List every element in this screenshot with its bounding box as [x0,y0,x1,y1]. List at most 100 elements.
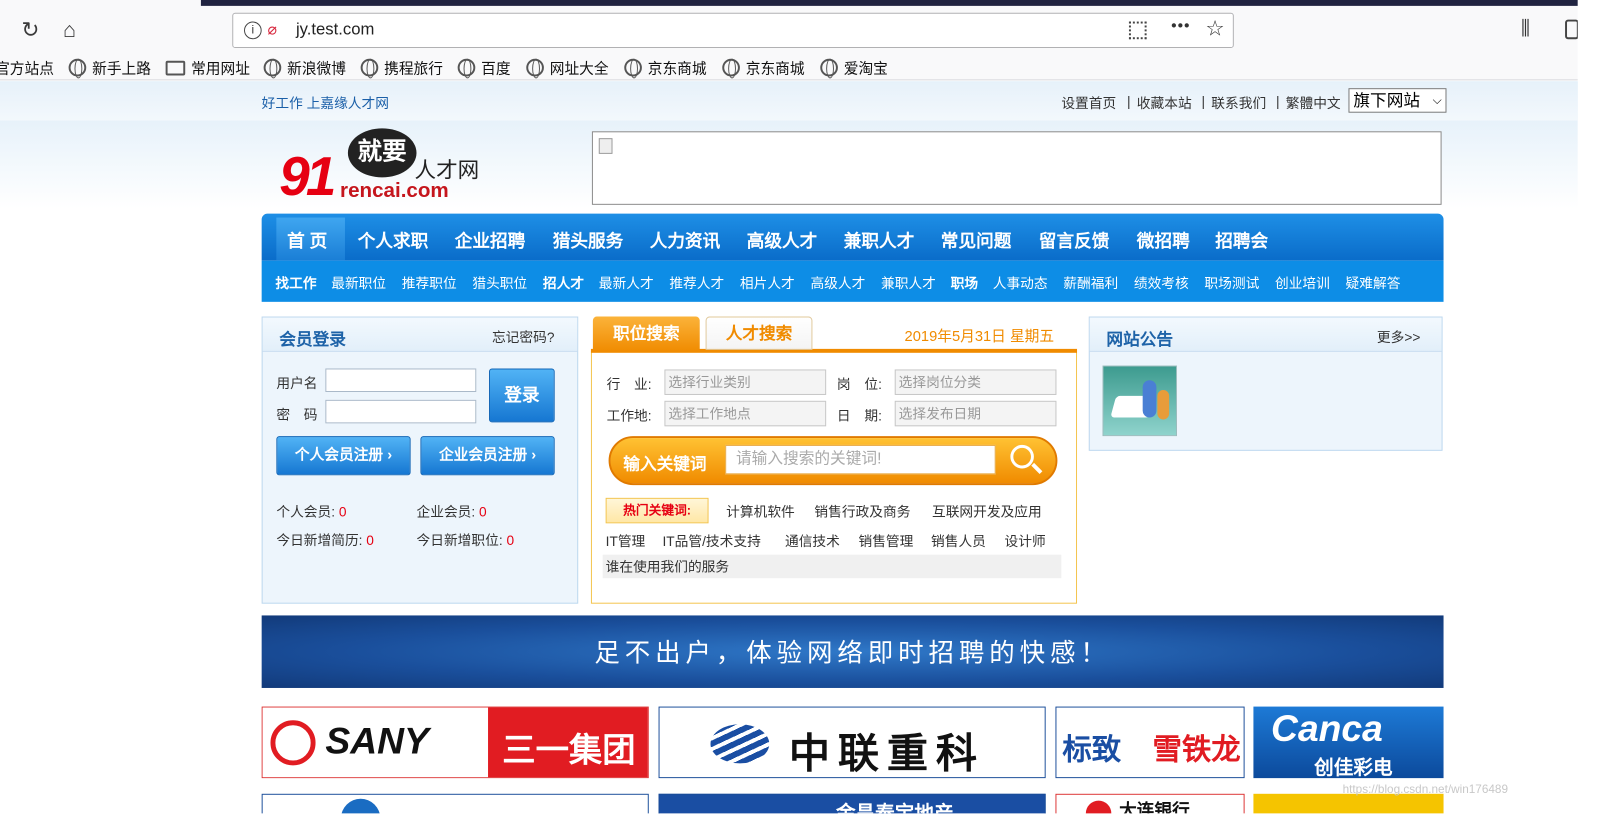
bookmark-baidu[interactable]: 百度 [457,57,511,79]
position-select[interactable]: 选择岗位分类 [894,369,1057,395]
url-text[interactable]: jy.test.com [296,20,374,40]
row2-c-text: 大连银行 [1119,800,1190,814]
bookmark-hao[interactable]: 网址大全 [526,57,609,79]
nav-home[interactable]: 首 页 [287,227,327,252]
subnav-senior-talent[interactable]: 高级人才 [810,273,865,293]
service-users-link[interactable]: 谁在使用我们的服务 [602,554,1062,579]
subnav-recommended-jobs[interactable]: 推荐职位 [402,273,457,293]
tab-job-search[interactable]: 职位搜索 [592,316,700,352]
forgot-password-link[interactable]: 忘记密码? [492,327,555,347]
insecure-lock-icon[interactable]: ⌀ [268,22,286,40]
company-logo-peugeot-citroen[interactable]: 标致 雪铁龙 [1055,706,1245,779]
subnav-startup-training[interactable]: 创业培训 [1275,273,1330,293]
bookmark-star-icon[interactable]: ☆ [1205,16,1224,41]
notice-more-link[interactable]: 更多>> [1377,327,1420,347]
industry-select[interactable]: 选择行业类别 [664,369,827,395]
info-icon[interactable]: i [244,21,262,40]
hot-keyword[interactable]: 设计师 [1005,531,1046,551]
login-button[interactable]: 登录 [489,368,555,423]
nav-faq[interactable]: 常见问题 [941,227,1012,252]
bookmark-common[interactable]: 常用网址 [165,57,250,79]
personal-register-button[interactable]: 个人会员注册 › [276,436,411,476]
nav-job-fair[interactable]: 招聘会 [1215,227,1268,252]
bookmark-jd2[interactable]: 京东商城 [722,57,805,79]
company-logo-canca[interactable]: Canca 创佳彩电 [1253,706,1444,779]
canca-cn-text: 创佳彩电 [1314,757,1393,779]
subnav-hr-updates[interactable]: 人事动态 [993,273,1048,293]
hot-keyword[interactable]: 销售管理 [858,531,913,551]
site-slogan[interactable]: 好工作 上嘉缘人才网 [262,93,389,113]
nav-recruit[interactable]: 企业招聘 [455,227,526,252]
password-label: 密 码 [276,406,318,423]
subnav-latest-talent[interactable]: 最新人才 [599,273,654,293]
bookmark-official[interactable]: 官方站点 [0,57,54,79]
hot-keyword[interactable]: 销售行政及商务 [814,502,910,522]
subnav-parttime-talent[interactable]: 兼职人才 [881,273,936,293]
company-logo-row2-c[interactable]: 大连银行 [1055,793,1245,814]
hot-keyword[interactable]: 互联网开发及应用 [932,502,1042,522]
company-logo-row2-d[interactable] [1253,793,1444,814]
subnav-hire[interactable]: 招人才 [543,273,584,293]
hot-keyword[interactable]: 销售人员 [931,531,986,551]
company-logo-row2-a[interactable] [261,793,649,814]
nav-feedback[interactable]: 留言反馈 [1039,227,1110,252]
qrcode-icon[interactable] [1128,21,1147,40]
nav-parttime[interactable]: 兼职人才 [844,227,915,252]
nav-headhunt[interactable]: 猎头服务 [553,227,624,252]
publish-date-select[interactable]: 选择发布日期 [894,400,1057,427]
subnav-find-job[interactable]: 找工作 [275,273,316,293]
subnav-recommended-talent[interactable]: 推荐人才 [669,273,724,293]
bookmark-jd1[interactable]: 京东商城 [624,57,707,79]
subnav-latest-jobs[interactable]: 最新职位 [331,273,386,293]
library-icon[interactable]: ⫼ [1521,18,1530,41]
nav-senior-talent[interactable]: 高级人才 [747,227,818,252]
company-logo-row2-b[interactable]: 金昌泰宝地产 [658,793,1046,814]
nav-job-seek[interactable]: 个人求职 [358,227,429,252]
bookmark-taobao[interactable]: 爱淘宝 [820,57,888,79]
site-logo[interactable]: 91 就要 人才网 rencai.com [279,128,485,208]
subnav-salary[interactable]: 薪酬福利 [1063,273,1118,293]
location-select[interactable]: 选择工作地点 [664,400,827,427]
page-actions-icon[interactable]: ••• [1171,18,1190,36]
home-icon[interactable]: ⌂ [57,18,82,43]
nav-hr-news[interactable]: 人力资讯 [650,227,721,252]
subnav-workplace[interactable]: 职场 [951,273,978,293]
subnav-qa[interactable]: 疑难解答 [1346,273,1401,293]
citroen-text: 雪铁龙 [1152,734,1241,767]
tab-strip [200,0,1578,6]
bookmark-site-link[interactable]: 收藏本站 [1137,93,1192,113]
company-logo-sany[interactable]: SANY 三一集团 [261,706,649,779]
sidebar-icon[interactable] [1565,19,1578,40]
stat-value: 0 [338,503,347,520]
site-select[interactable]: 旗下网站 ⌵ [1348,88,1447,113]
username-input[interactable] [325,368,477,392]
nav-wechat-recruit[interactable]: 微招聘 [1137,227,1190,252]
contact-link[interactable]: 联系我们 [1211,93,1266,113]
hot-keyword[interactable]: IT品管/技术支持 [662,531,760,551]
password-input[interactable] [325,399,477,424]
bookmark-ctrip[interactable]: 携程旅行 [360,57,443,79]
notice-image[interactable] [1102,365,1177,437]
subnav-performance[interactable]: 绩效考核 [1134,273,1189,293]
address-bar[interactable] [232,12,1234,49]
traditional-chinese-link[interactable]: 繁體中文 [1286,93,1341,113]
subnav-career-test[interactable]: 职场测试 [1204,273,1259,293]
keyword-input[interactable]: 请输入搜索的关键词! [725,444,996,475]
bookmark-weibo[interactable]: 新浪微博 [263,57,346,79]
hot-keyword[interactable]: 通信技术 [785,531,840,551]
banner-ad[interactable] [591,131,1442,205]
tab-talent-search[interactable]: 人才搜索 [705,316,813,350]
set-homepage-link[interactable]: 设置首页 [1061,93,1116,113]
hot-keyword[interactable]: 计算机软件 [726,502,795,522]
subnav-headhunt-jobs[interactable]: 猎头职位 [472,273,527,293]
slogan-banner[interactable]: 足不出户，体验网络即时招聘的快感！ [261,615,1444,688]
company-logo-zoomlion[interactable]: 中联重科 [658,706,1046,779]
bookmark-newbie[interactable]: 新手上路 [68,57,151,79]
subnav-photo-talent[interactable]: 相片人才 [740,273,795,293]
search-button[interactable] [1006,443,1049,476]
reload-icon[interactable]: ↻ [18,18,43,43]
peugeot-text: 标致 [1062,734,1122,767]
company-register-button[interactable]: 企业会员注册 › [420,436,555,476]
zoomlion-text: 中联重科 [788,730,985,777]
hot-keyword[interactable]: IT管理 [606,531,646,551]
